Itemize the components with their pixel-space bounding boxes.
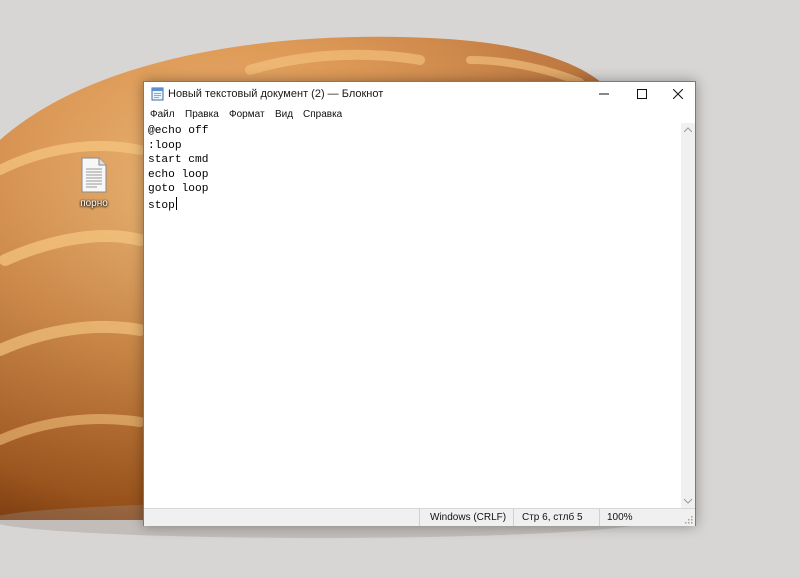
desktop-file-icon-item[interactable]: порно [70,154,118,214]
text-editor[interactable]: @echo off :loop start cmd echo loop goto… [145,123,681,508]
editor-line: :loop [148,139,182,152]
status-encoding: Windows (CRLF) [430,512,507,523]
text-caret [175,196,177,210]
editor-line: goto loop [148,183,209,196]
close-button[interactable] [659,82,697,106]
menu-view[interactable]: Вид [275,109,293,120]
editor-content: @echo off :loop start cmd echo loop goto… [148,124,208,214]
scroll-up-icon[interactable] [684,127,692,133]
editor-line: stop [148,199,175,212]
maximize-icon [637,89,647,99]
notepad-icon [151,87,164,101]
status-divider [599,509,600,526]
scroll-down-icon[interactable] [684,498,692,504]
text-file-icon [81,157,107,193]
window-title: Новый текстовый документ (2) — Блокнот [168,88,384,100]
menu-help[interactable]: Справка [303,109,342,120]
editor-line: echo loop [148,168,209,181]
desktop-icon-label: порно [80,198,108,209]
title-bar[interactable]: Новый текстовый документ (2) — Блокнот [144,82,695,106]
status-bar: Windows (CRLF) Стр 6, стлб 5 100% [144,508,695,526]
status-cursor-position: Стр 6, стлб 5 [522,512,583,523]
close-icon [673,89,683,99]
resize-grip-icon[interactable] [683,514,693,524]
status-divider [513,509,514,526]
menu-bar: Файл Правка Формат Вид Справка [144,106,695,123]
status-zoom: 100% [607,512,633,523]
editor-line: @echo off [148,125,209,137]
minimize-button[interactable] [585,82,623,106]
menu-file[interactable]: Файл [150,109,175,120]
menu-edit[interactable]: Правка [185,109,219,120]
editor-line: start cmd [148,154,209,167]
maximize-button[interactable] [623,82,661,106]
status-divider [419,509,420,526]
menu-format[interactable]: Формат [229,109,265,120]
vertical-scrollbar[interactable] [681,123,695,508]
notepad-window[interactable]: Новый текстовый документ (2) — Блокнот Ф… [143,81,696,526]
minimize-icon [599,93,609,95]
